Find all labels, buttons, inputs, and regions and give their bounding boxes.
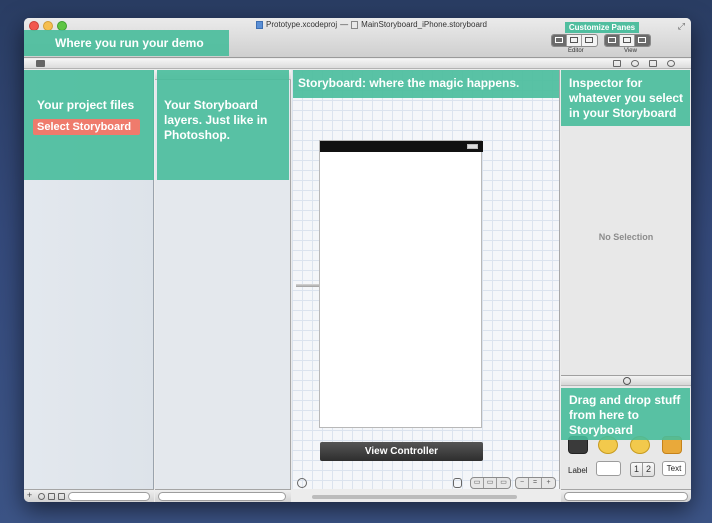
standard-editor-button[interactable] [552,35,567,46]
recent-files-icon[interactable] [38,493,45,500]
navigator-pane-icon [608,37,616,43]
version-editor-icon [585,37,593,43]
align-icon[interactable]: ▭ [471,478,484,488]
canvas-horizontal-scrollbar[interactable] [312,495,517,499]
navigator-toggle-button[interactable] [605,35,620,46]
library-segment-1: 1 [631,463,643,476]
navigator-filter-input[interactable] [68,492,150,501]
project-navigator-icon[interactable] [36,60,45,67]
navigator-filter-bar: + [24,489,154,502]
zoom-fit-icon[interactable]: = [529,478,542,488]
outline-filter-bar [155,489,291,502]
project-file-icon [256,20,263,29]
no-selection-label: No Selection [598,232,654,242]
navigator-selector-bar [24,59,691,69]
layout-icon[interactable] [453,478,462,488]
storyboard-canvas-callout: Storyboard: where the magic happens. [293,70,559,98]
scene-dock-label[interactable]: View Controller [320,442,483,461]
customize-panes-callout: Customize Panes [565,22,639,33]
resize-icon[interactable]: ▭ [497,478,510,488]
assistant-editor-button[interactable] [567,35,582,46]
fullscreen-icon[interactable]: ⤢ [678,21,685,32]
iphone-view[interactable] [319,140,483,428]
battery-icon [467,144,478,149]
identity-inspector-icon[interactable] [649,60,657,67]
attributes-inspector-icon[interactable] [667,60,675,67]
add-file-icon[interactable]: + [26,491,33,500]
library-text-field-object[interactable] [596,461,621,476]
storyboard-file-icon [351,20,359,29]
source-control-filter-icon[interactable] [48,493,55,500]
view-label: View [624,48,637,54]
utilities-pane-icon [638,37,646,43]
zoom-in-icon[interactable]: + [542,478,555,488]
assistant-editor-icon [570,37,578,43]
project-name[interactable]: Prototype.xcodeproj [266,20,337,29]
library-label-object[interactable]: Label [568,466,588,475]
run-demo-callout: Where you run your demo [24,30,229,56]
editor-label: Editor [568,48,584,54]
view-segmented-control [604,34,651,47]
window-title: Prototype.xcodeproj — MainStoryboard_iPh… [256,20,487,29]
library-selector-bar [561,375,691,386]
debug-pane-icon [623,37,631,43]
file-inspector-icon[interactable] [613,60,621,67]
storyboard-layers-callout: Your Storyboard layers. Just like in Pho… [157,70,289,180]
title-separator: — [340,20,349,29]
zoom-out-icon[interactable]: − [516,478,529,488]
zoom-controls: − = + [515,477,556,489]
unsaved-filter-icon[interactable] [58,493,65,500]
status-bar [320,141,483,152]
library-callout: Drag and drop stuff from here to Storybo… [561,388,690,440]
utilities-toggle-button[interactable] [635,35,650,46]
library-filter-bar [561,489,691,502]
library-filter-input[interactable] [564,492,688,501]
library-segment-2: 2 [645,464,651,474]
project-files-text: Your project files [37,98,135,112]
version-editor-button[interactable] [582,35,597,46]
library-text-view-object[interactable]: Text [662,461,686,476]
debug-toggle-button[interactable] [620,35,635,46]
pin-icon[interactable]: ▭ [484,478,497,488]
library-segmented-control-object[interactable]: 1 2 [630,462,655,477]
select-storyboard-badge: Select Storyboard [33,119,140,135]
inspector-callout: Inspector for whatever you select in you… [561,70,690,126]
outline-filter-input[interactable] [158,492,286,501]
outline-toggle-icon[interactable] [297,478,307,488]
standard-editor-icon [555,37,563,43]
storyboard-name[interactable]: MainStoryboard_iPhone.storyboard [361,20,487,29]
object-library-icon[interactable] [623,377,631,385]
editor-segmented-control [551,34,598,47]
align-controls: ▭ ▭ ▭ [470,477,511,489]
quick-help-icon[interactable] [631,60,639,67]
